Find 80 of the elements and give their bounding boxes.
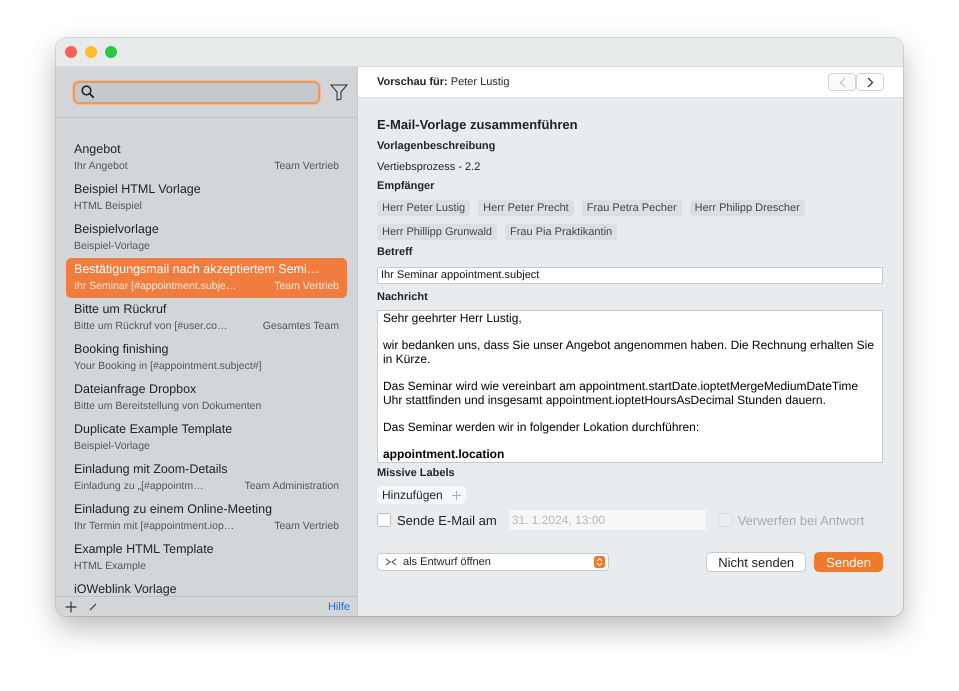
team-name: Gesamtes Team — [262, 319, 339, 334]
template-subject: Ihr Seminar [#appointment.subje… — [74, 279, 236, 294]
template-title: Duplicate Example Template — [74, 421, 234, 438]
filter-icon[interactable] — [330, 84, 348, 100]
template-list-item[interactable]: Example HTML Template HTML Example — [66, 538, 347, 578]
template-title: Bestätigungsmail nach akzeptiertem Semi… — [74, 261, 320, 278]
merge-icon — [385, 558, 397, 566]
template-title: Angebot — [74, 141, 122, 158]
template-subject: Ihr Angebot — [74, 159, 128, 174]
minimize-button[interactable] — [85, 46, 97, 58]
template-list-item[interactable]: Duplicate Example Template Beispiel-Vorlage — [66, 418, 347, 458]
recipient-tag: Frau Pia Praktikantin — [505, 224, 618, 240]
template-subject: Einladung zu „[#appointm… — [74, 479, 204, 494]
zoom-button[interactable] — [105, 46, 117, 58]
team-name: Team Vertrieb — [274, 519, 339, 534]
section-label: Nachricht — [377, 290, 429, 305]
add-label-button[interactable]: Hinzufügen — [377, 486, 466, 504]
template-subject: HTML Example — [74, 559, 146, 574]
template-title: iOWeblink Vorlage — [74, 581, 178, 596]
message-paragraph: Das Seminar wird wie vereinbart am appointment.startDate.ioptetMergeMediumDateTime Uhr stattfinden und insgesamt appointment.ioptetHoursAsDecimal Stunden dauern. — [383, 379, 860, 407]
template-title: Einladung mit Zoom-Details — [74, 461, 229, 478]
subject-field[interactable]: Ihr Seminar appointment.subject — [377, 267, 883, 284]
search-icon — [81, 85, 95, 99]
add-icon[interactable] — [65, 600, 77, 612]
template-list-item[interactable]: Booking finishing Your Booking in [#appointment.subject#] — [66, 338, 347, 378]
checkbox[interactable] — [377, 513, 391, 527]
recipient-tag: Herr Peter Precht — [478, 200, 574, 216]
team-name: Team Vertrieb — [274, 279, 339, 294]
message-paragraph: Sehr geehrter Herr Lustig, — [383, 311, 523, 325]
next-button[interactable] — [856, 73, 884, 91]
template-subject: Bitte um Rückruf von [#user.co… — [74, 319, 228, 334]
template-subject: HTML Beispiel — [74, 199, 142, 214]
dont-send-button[interactable]: Nicht senden — [706, 552, 806, 572]
template-title: Bitte um Rückruf — [74, 301, 168, 318]
template-title: Beispielvorlage — [74, 221, 160, 238]
template-list-item[interactable]: Angebot Ihr Angebot Team Vertrieb — [66, 138, 347, 178]
form-title: E-Mail-Vorlage zusammenführen — [377, 116, 579, 134]
template-title: Beispiel HTML Vorlage — [74, 181, 202, 198]
template-title: Booking finishing — [74, 341, 170, 358]
template-subject: Beispiel-Vorlage — [74, 439, 150, 454]
recipient-tag: Herr Philipp Drescher — [690, 200, 805, 216]
template-subject: Your Booking in [#appointment.subject#] — [74, 359, 262, 374]
close-button[interactable] — [65, 46, 77, 58]
stepper-icon — [594, 556, 605, 568]
template-list-item[interactable]: Einladung zu einem Online-Meeting Ihr Termin mit [#appointment.iop… Team Vertrieb — [66, 498, 347, 538]
template-list-item[interactable]: Beispielvorlage Beispiel-Vorlage — [66, 218, 347, 258]
template-title: Dateianfrage Dropbox — [74, 381, 198, 398]
discard-label: Verwerfen bei Antwort — [738, 512, 864, 528]
template-title: Example HTML Template — [74, 541, 215, 558]
template-list-item[interactable]: Einladung mit Zoom-Details Einladung zu „[#appointm… Team Administration — [66, 458, 347, 498]
template-list-item[interactable]: Beispiel HTML Vorlage HTML Beispiel — [66, 178, 347, 218]
mode-dropdown[interactable]: als Entwurf öffnen — [377, 553, 609, 571]
recipient-tag: Herr Peter Lustig — [377, 200, 470, 216]
pencil-icon[interactable] — [89, 602, 97, 610]
team-name: Team Administration — [244, 479, 339, 494]
template-list-item[interactable]: Bitte um Rückruf Bitte um Rückruf von [#user.co… Gesamtes Team — [66, 298, 347, 338]
message-paragraph: wir bedanken uns, dass Sie unser Angebot angenommen haben. Die Rechnung erhalten Sie in Kürze. — [383, 338, 875, 366]
section-label: Empfänger — [377, 179, 436, 194]
template-list-item[interactable]: Dateianfrage Dropbox Bitte um Bereitstellung von Dokumenten — [66, 378, 347, 418]
section-label: Betreff — [377, 245, 414, 260]
template-description: Vertiebsprozess - 2.2 — [377, 160, 482, 175]
message-paragraph: appointment.location — [383, 447, 506, 461]
section-label: Vorlagenbeschreibung — [377, 139, 496, 154]
recipient-tag: Frau Petra Pecher — [582, 200, 682, 216]
section-label: Missive Labels — [377, 466, 456, 481]
team-name: Team Vertrieb — [274, 159, 339, 174]
template-subject: Beispiel-Vorlage — [74, 239, 150, 254]
template-title: Einladung zu einem Online-Meeting — [74, 501, 274, 518]
chevron-left-icon — [838, 76, 846, 88]
chevron-right-icon — [866, 76, 874, 88]
template-list-item[interactable]: iOWeblink Vorlage — [66, 578, 347, 596]
preview-recipient: Vorschau für: Peter Lustig — [377, 76, 510, 88]
message-field[interactable] — [377, 310, 883, 463]
template-subject: Bitte um Bereitstellung von Dokumenten — [74, 399, 262, 414]
template-subject: Ihr Termin mit [#appointment.iop… — [74, 519, 234, 534]
message-paragraph: Das Seminar werden wir in folgender Lokation durchführen: — [383, 420, 700, 434]
recipient-tag: Herr Phillipp Grunwald — [377, 224, 498, 240]
schedule-label: Sende E-Mail am — [397, 512, 497, 528]
plus-icon — [452, 490, 461, 500]
search-field[interactable] — [73, 80, 320, 104]
